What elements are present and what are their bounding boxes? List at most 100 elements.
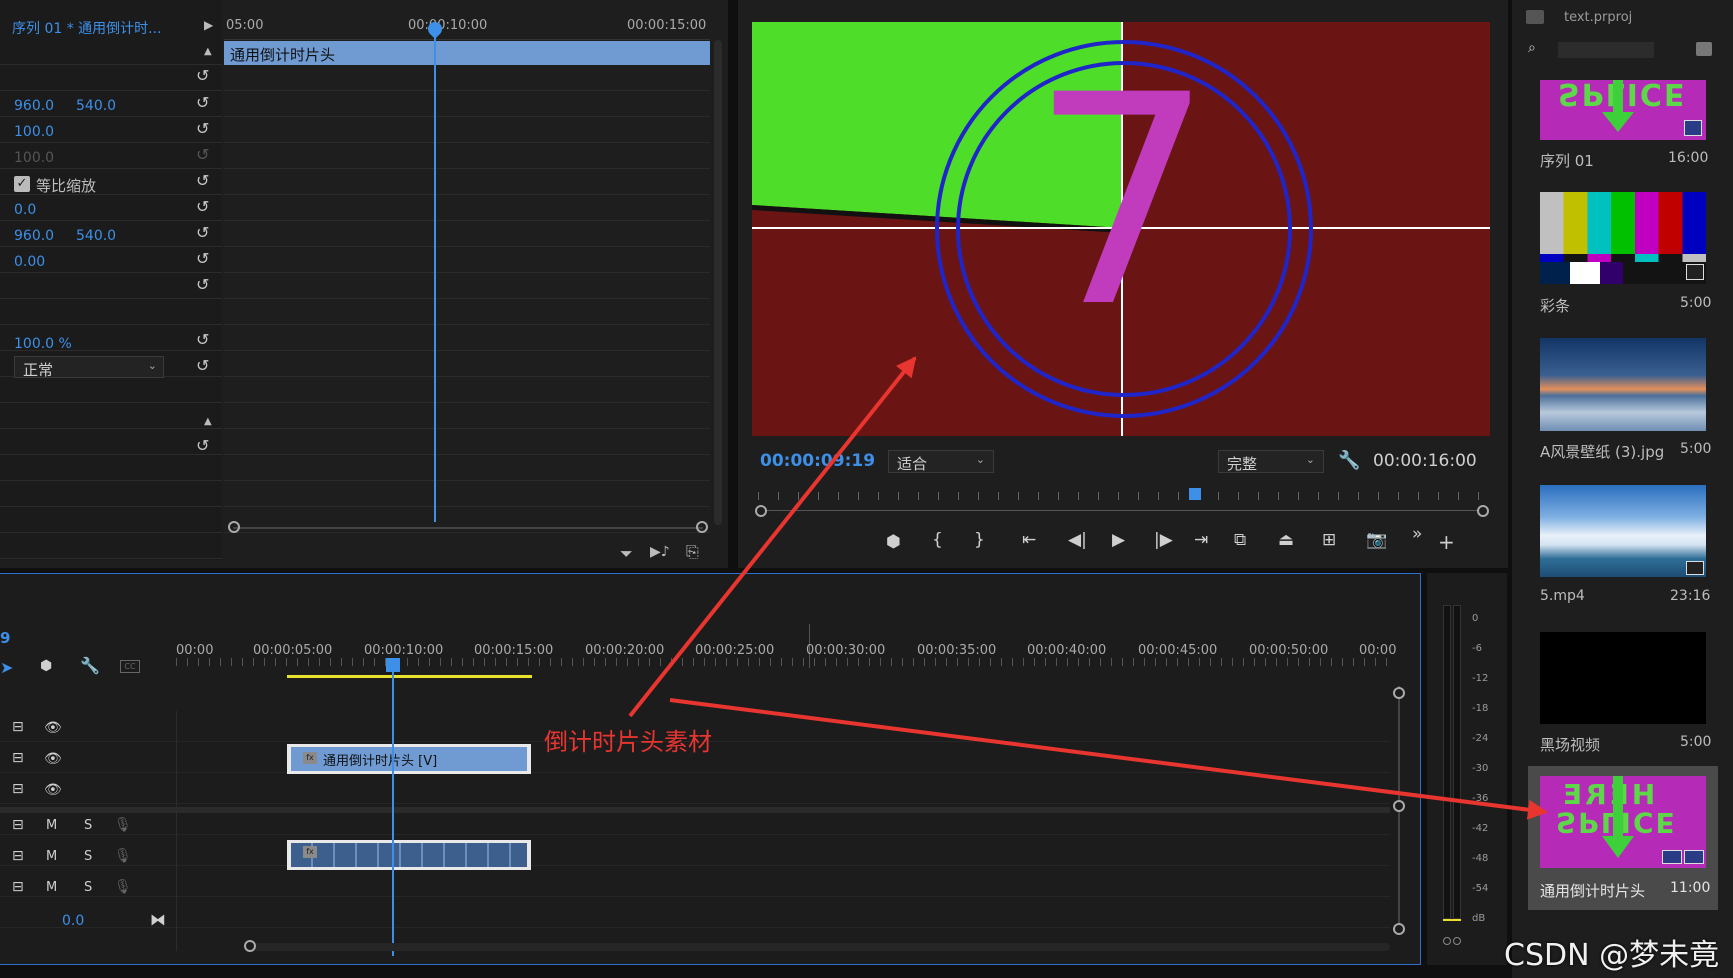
track-sync-icon[interactable]: ⊟	[12, 781, 24, 797]
mute-button[interactable]: M	[46, 818, 57, 833]
step-forward-icon[interactable]: |▶	[1154, 530, 1173, 550]
eye-icon[interactable]: 👁	[44, 720, 62, 736]
landscape-thumb[interactable]	[1540, 338, 1706, 431]
vscroll-handle-mid[interactable]	[1393, 800, 1405, 812]
program-playhead-marker[interactable]	[1189, 488, 1201, 500]
play-icon[interactable]: ▶	[1112, 530, 1125, 550]
program-scrub-line[interactable]	[758, 510, 1488, 511]
mute-button[interactable]: M	[46, 880, 57, 895]
solo-button[interactable]: S	[84, 880, 92, 895]
track-sync-icon[interactable]: ⊟	[12, 848, 24, 864]
timeline-playhead-head[interactable]	[386, 658, 400, 672]
video-clip[interactable]: fx 通用倒计时片头 [V]	[287, 744, 531, 774]
eye-icon[interactable]: 👁	[44, 782, 62, 798]
audio-clip[interactable]: fx	[287, 840, 531, 870]
hscroll-handle[interactable]	[244, 940, 256, 952]
camera-icon[interactable]: 📷	[1366, 530, 1387, 550]
reset-time-icon[interactable]: ↺	[196, 436, 209, 455]
new-bin-icon[interactable]	[1696, 42, 1712, 56]
loop-icon[interactable]: ⧉	[1234, 530, 1246, 550]
reset-antiflicker-icon[interactable]: ↺	[196, 249, 209, 268]
vscroll-handle-bottom[interactable]	[1393, 923, 1405, 935]
mute-button[interactable]: M	[46, 849, 57, 864]
fit-select[interactable]: 适合 ⌄	[888, 450, 994, 473]
effect-playhead[interactable]	[434, 22, 436, 522]
vertical-scrollbar[interactable]	[714, 40, 722, 525]
add-button-icon[interactable]: +	[1438, 530, 1455, 554]
work-area-bar[interactable]	[287, 675, 532, 678]
mic-icon[interactable]: 🎙	[114, 848, 132, 864]
effect-scrollbar[interactable]	[233, 527, 703, 529]
master-keyframe-icon[interactable]: ⧓	[150, 910, 166, 929]
reset-anchor-icon[interactable]: ↺	[196, 223, 209, 242]
program-timecode[interactable]: 00:00:09:19	[760, 451, 875, 471]
scroll-handle-right[interactable]	[696, 521, 708, 533]
scroll-handle-left[interactable]	[228, 521, 240, 533]
eye-icon[interactable]: 👁	[44, 751, 62, 767]
track-sync-icon[interactable]: ⊟	[12, 817, 24, 833]
blend-mode-select[interactable]: 正常 ⌄	[14, 356, 164, 379]
master-volume[interactable]: 0.0	[62, 913, 84, 929]
seascape-thumb[interactable]	[1540, 485, 1706, 577]
black-video-thumb[interactable]	[1540, 632, 1706, 724]
marker-icon[interactable]: ⬢	[40, 658, 52, 674]
anchor-x-value[interactable]: 960.0	[14, 228, 54, 244]
rotation-value[interactable]: 0.0	[14, 202, 36, 218]
anchor-y-value[interactable]: 540.0	[76, 228, 116, 244]
project-item[interactable]: SPLICE	[1540, 80, 1706, 140]
reset-blend-icon[interactable]: ↺	[196, 356, 209, 375]
lift-icon[interactable]: ⏏	[1278, 530, 1294, 550]
track-sync-icon[interactable]: ⊟	[12, 879, 24, 895]
collapse-up-icon[interactable]: ▲	[204, 46, 212, 57]
reset-motion-icon[interactable]: ↺	[196, 275, 209, 294]
anti-flicker-value[interactable]: 0.00	[14, 254, 45, 270]
sequence-title[interactable]: 序列 01 * 通用倒计时...	[12, 18, 162, 38]
selected-project-item[interactable]: HERE SPLICE 通用倒计时片头 11:00	[1528, 766, 1718, 910]
more-controls-icon[interactable]: »	[1412, 524, 1422, 544]
scrub-out-handle[interactable]	[1477, 505, 1489, 517]
captions-icon[interactable]: CC	[120, 660, 140, 673]
collapse-up-icon-2[interactable]: ▲	[204, 416, 212, 427]
filter-icon[interactable]: ⏷	[620, 544, 633, 564]
scale-value[interactable]: 100.0	[14, 124, 54, 140]
go-to-in-icon[interactable]: ⇤	[1022, 530, 1036, 550]
reset-position-icon[interactable]: ↺	[196, 93, 209, 112]
quality-select[interactable]: 完整 ⌄	[1218, 450, 1324, 473]
scrub-in-handle[interactable]	[755, 505, 767, 517]
reset-scale-icon[interactable]: ↺	[196, 119, 209, 138]
extract-icon[interactable]: ⊞	[1322, 530, 1336, 550]
mark-out-icon[interactable]: }	[974, 530, 985, 550]
export-icon[interactable]: ⎘	[686, 542, 699, 562]
mark-in-icon[interactable]: {	[932, 530, 943, 550]
color-bars-thumb[interactable]	[1540, 192, 1706, 284]
step-back-icon[interactable]: ◀|	[1068, 530, 1087, 550]
go-to-out-icon[interactable]: ⇥	[1194, 530, 1208, 550]
opacity-value[interactable]: 100.0 %	[14, 336, 72, 352]
reset-icon[interactable]: ↺	[196, 66, 209, 85]
mic-icon[interactable]: 🎙	[114, 817, 132, 833]
reset-opacity-icon[interactable]: ↺	[196, 330, 209, 349]
reset-uniform-icon[interactable]: ↺	[196, 171, 209, 190]
track-sync-icon[interactable]: ⊟	[12, 719, 24, 735]
vscroll-handle-top[interactable]	[1393, 687, 1405, 699]
mic-icon[interactable]: 🎙	[114, 879, 132, 895]
timeline-hscroll[interactable]	[250, 943, 1390, 951]
play-audio-icon[interactable]: ▶♪	[650, 544, 670, 560]
search-input[interactable]	[1558, 42, 1654, 58]
track-sync-icon[interactable]: ⊟	[12, 750, 24, 766]
wrench-icon[interactable]: 🔧	[80, 656, 100, 675]
snap-icon[interactable]: ➤	[0, 658, 13, 677]
timeline-playhead[interactable]	[392, 664, 394, 956]
wrench-icon[interactable]: 🔧	[1338, 450, 1360, 471]
expand-arrow-icon[interactable]: ▶	[204, 18, 213, 32]
solo-button[interactable]: S	[84, 818, 92, 833]
reset-rotation-icon[interactable]: ↺	[196, 197, 209, 216]
add-marker-icon[interactable]: ⬢	[886, 532, 901, 552]
effect-clip-bar[interactable]: 通用倒计时片头	[224, 41, 710, 65]
position-y-value[interactable]: 540.0	[76, 98, 116, 114]
program-scrub-ticks[interactable]	[758, 492, 1488, 500]
meter-solo-right[interactable]	[1453, 937, 1461, 945]
solo-button[interactable]: S	[84, 849, 92, 864]
search-icon[interactable]: ⌕	[1528, 40, 1536, 56]
meter-solo-left[interactable]	[1443, 937, 1451, 945]
